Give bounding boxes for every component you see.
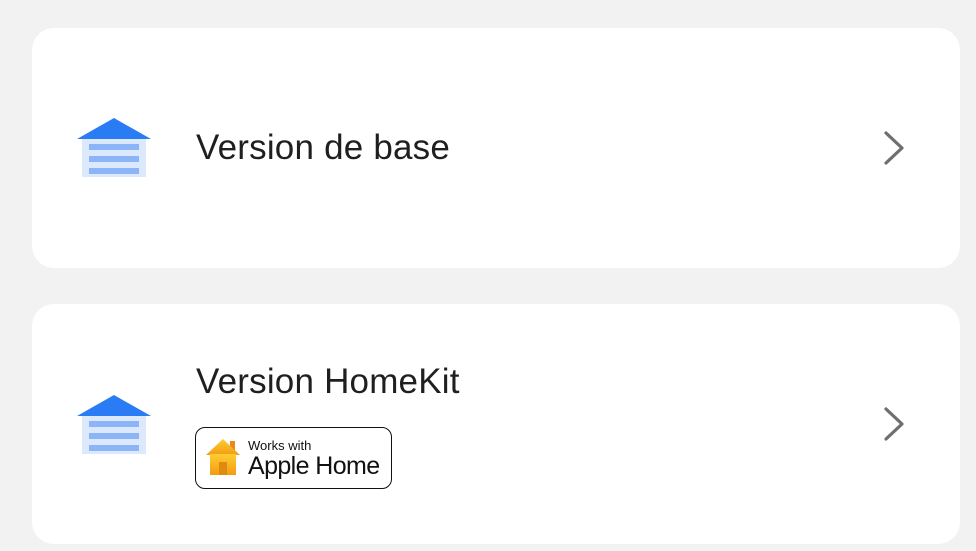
apple-home-icon xyxy=(206,439,240,475)
option-card-homekit-version[interactable]: Version HomeKit Works with Apple Home xyxy=(32,304,960,544)
badge-line-1: Works with xyxy=(248,438,312,453)
option-card-basic-version[interactable]: Version de base xyxy=(32,28,960,268)
chevron-right-icon xyxy=(884,131,904,165)
garage-door-icon xyxy=(77,395,151,454)
chevron-right-icon xyxy=(884,407,904,441)
badge-line-2: Apple Home xyxy=(248,452,380,480)
garage-door-icon xyxy=(77,118,151,177)
option-title: Version de base xyxy=(196,128,451,167)
works-with-apple-home-badge: Works with Apple Home xyxy=(195,427,392,489)
option-title: Version HomeKit xyxy=(196,362,460,401)
